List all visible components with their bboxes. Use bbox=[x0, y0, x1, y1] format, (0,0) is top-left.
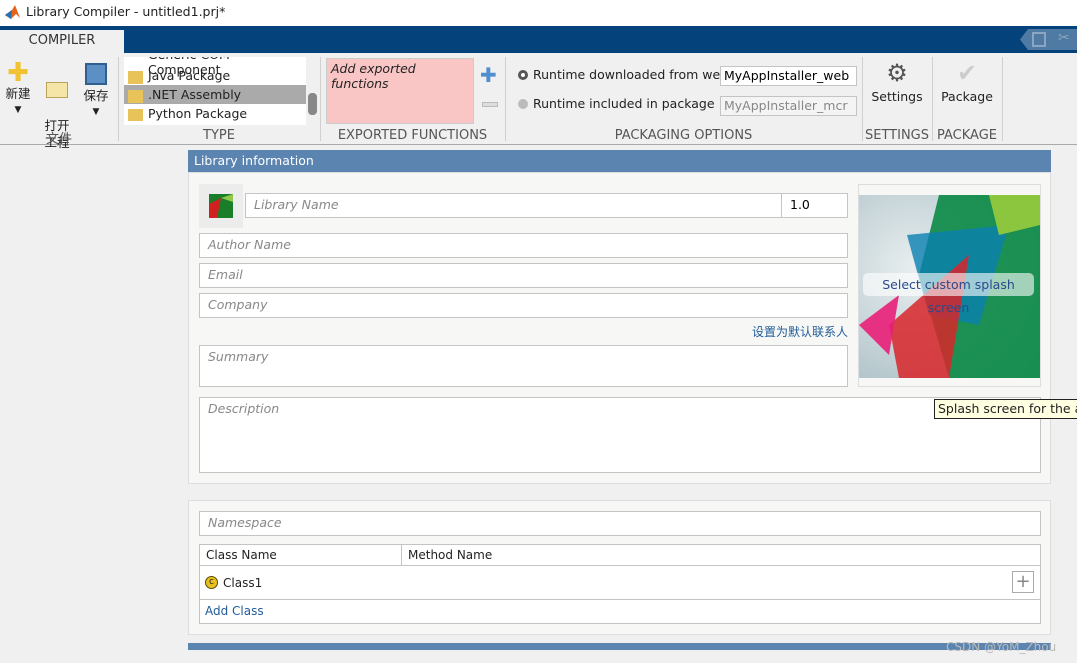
type-item[interactable]: Generic COM Component bbox=[124, 57, 306, 77]
group-label-file: 文件 bbox=[45, 132, 72, 147]
summary-input[interactable]: Summary bbox=[199, 345, 848, 387]
group-label-packaging: PACKAGING OPTIONS bbox=[614, 128, 753, 143]
email-input[interactable]: Email bbox=[199, 263, 848, 288]
type-list[interactable]: Generic COM Component Java Package .NET … bbox=[124, 57, 306, 125]
package-label: Package bbox=[941, 89, 993, 104]
checkmark-icon: ✔ bbox=[956, 59, 978, 87]
radio-web[interactable] bbox=[518, 70, 528, 80]
mcr-installer-name-input[interactable]: MyAppInstaller_mcr bbox=[720, 96, 857, 116]
ribbon: ✚ 新建▼ 打开 工程 保存▼ 文件 Generic COM Component… bbox=[0, 53, 1077, 150]
plus-icon: ✚ bbox=[7, 58, 29, 88]
title-bar: Library Compiler - untitled1.prj* bbox=[0, 0, 1077, 26]
library-name-input[interactable]: Library Name bbox=[245, 193, 782, 218]
add-function-icon[interactable]: ✚ bbox=[480, 63, 497, 87]
library-info-header: Library information bbox=[188, 150, 1051, 172]
type-item[interactable]: Java Package bbox=[124, 66, 306, 85]
type-list-scrollbar[interactable] bbox=[308, 57, 317, 125]
column-method-name: Method Name bbox=[408, 548, 493, 562]
type-item[interactable]: Python Package bbox=[124, 104, 306, 123]
table-row[interactable]: c Class1 + bbox=[200, 566, 1040, 600]
settings-button[interactable]: ⚙ Settings bbox=[864, 59, 930, 104]
add-method-button[interactable]: + bbox=[1012, 571, 1034, 593]
splash-tooltip: Splash screen for the ap bbox=[934, 399, 1077, 419]
quick-access-bar: ✂ bbox=[1020, 29, 1077, 50]
matlab-logo-icon bbox=[5, 5, 20, 19]
group-label-package: PACKAGE bbox=[937, 128, 997, 143]
version-input[interactable]: 1.0 bbox=[781, 193, 848, 218]
settings-label: Settings bbox=[871, 89, 923, 104]
namespace-input[interactable]: Namespace bbox=[199, 511, 1041, 536]
remove-function-icon[interactable] bbox=[482, 102, 498, 107]
gear-icon: ⚙ bbox=[886, 59, 908, 87]
author-name-input[interactable]: Author Name bbox=[199, 233, 848, 258]
new-label: 新建 bbox=[5, 86, 31, 101]
set-default-contact-link[interactable]: 设置为默认联系人 bbox=[700, 323, 848, 340]
library-icon bbox=[209, 194, 233, 218]
type-item-selected[interactable]: .NET Assembly bbox=[124, 85, 306, 104]
class-table: Class Name Method Name c Class1 + Add Cl… bbox=[199, 544, 1041, 624]
runtime-web-label: Runtime downloaded from web bbox=[533, 67, 729, 82]
cut-icon[interactable]: ✂ bbox=[1058, 30, 1070, 46]
save-icon bbox=[85, 63, 107, 85]
window-title: Library Compiler - untitled1.prj* bbox=[26, 4, 226, 19]
new-button[interactable]: ✚ 新建 ▼ bbox=[1, 58, 35, 119]
library-icon-button[interactable] bbox=[199, 184, 243, 228]
radio-included[interactable] bbox=[518, 99, 528, 109]
next-panel-header bbox=[188, 643, 1051, 650]
exported-functions-box[interactable]: Add exported functions bbox=[326, 58, 474, 124]
toolstrip-header bbox=[0, 26, 1077, 53]
group-label-exported: EXPORTED FUNCTIONS bbox=[337, 128, 488, 143]
tab-compiler[interactable]: COMPILER bbox=[0, 30, 124, 54]
package-icons bbox=[128, 71, 143, 121]
description-input[interactable]: Description bbox=[199, 397, 1041, 473]
runtime-included-label: Runtime included in package bbox=[533, 96, 715, 111]
folder-icon bbox=[46, 82, 68, 98]
group-label-settings: SETTINGS bbox=[864, 128, 929, 143]
save-icon[interactable] bbox=[1032, 32, 1046, 47]
watermark: CSDN @YoM_Zhou bbox=[946, 640, 1057, 654]
save-label: 保存 bbox=[83, 88, 109, 103]
web-installer-name-input[interactable]: MyAppInstaller_web bbox=[720, 66, 857, 86]
save-button[interactable]: 保存 ▼ bbox=[79, 61, 113, 121]
open-project-button[interactable]: 打开 工程 bbox=[40, 61, 74, 168]
company-input[interactable]: Company bbox=[199, 293, 848, 318]
class-icon: c bbox=[205, 576, 218, 589]
package-button[interactable]: ✔ Package bbox=[934, 59, 1000, 104]
group-label-type: TYPE bbox=[203, 128, 235, 143]
class-name: Class1 bbox=[223, 576, 263, 590]
column-class-name: Class Name bbox=[206, 548, 277, 562]
select-splash-screen-button[interactable]: Select custom splash screen bbox=[863, 273, 1034, 315]
add-class-link[interactable]: Add Class bbox=[205, 604, 264, 618]
class-table-header: Class Name Method Name bbox=[200, 545, 1040, 566]
